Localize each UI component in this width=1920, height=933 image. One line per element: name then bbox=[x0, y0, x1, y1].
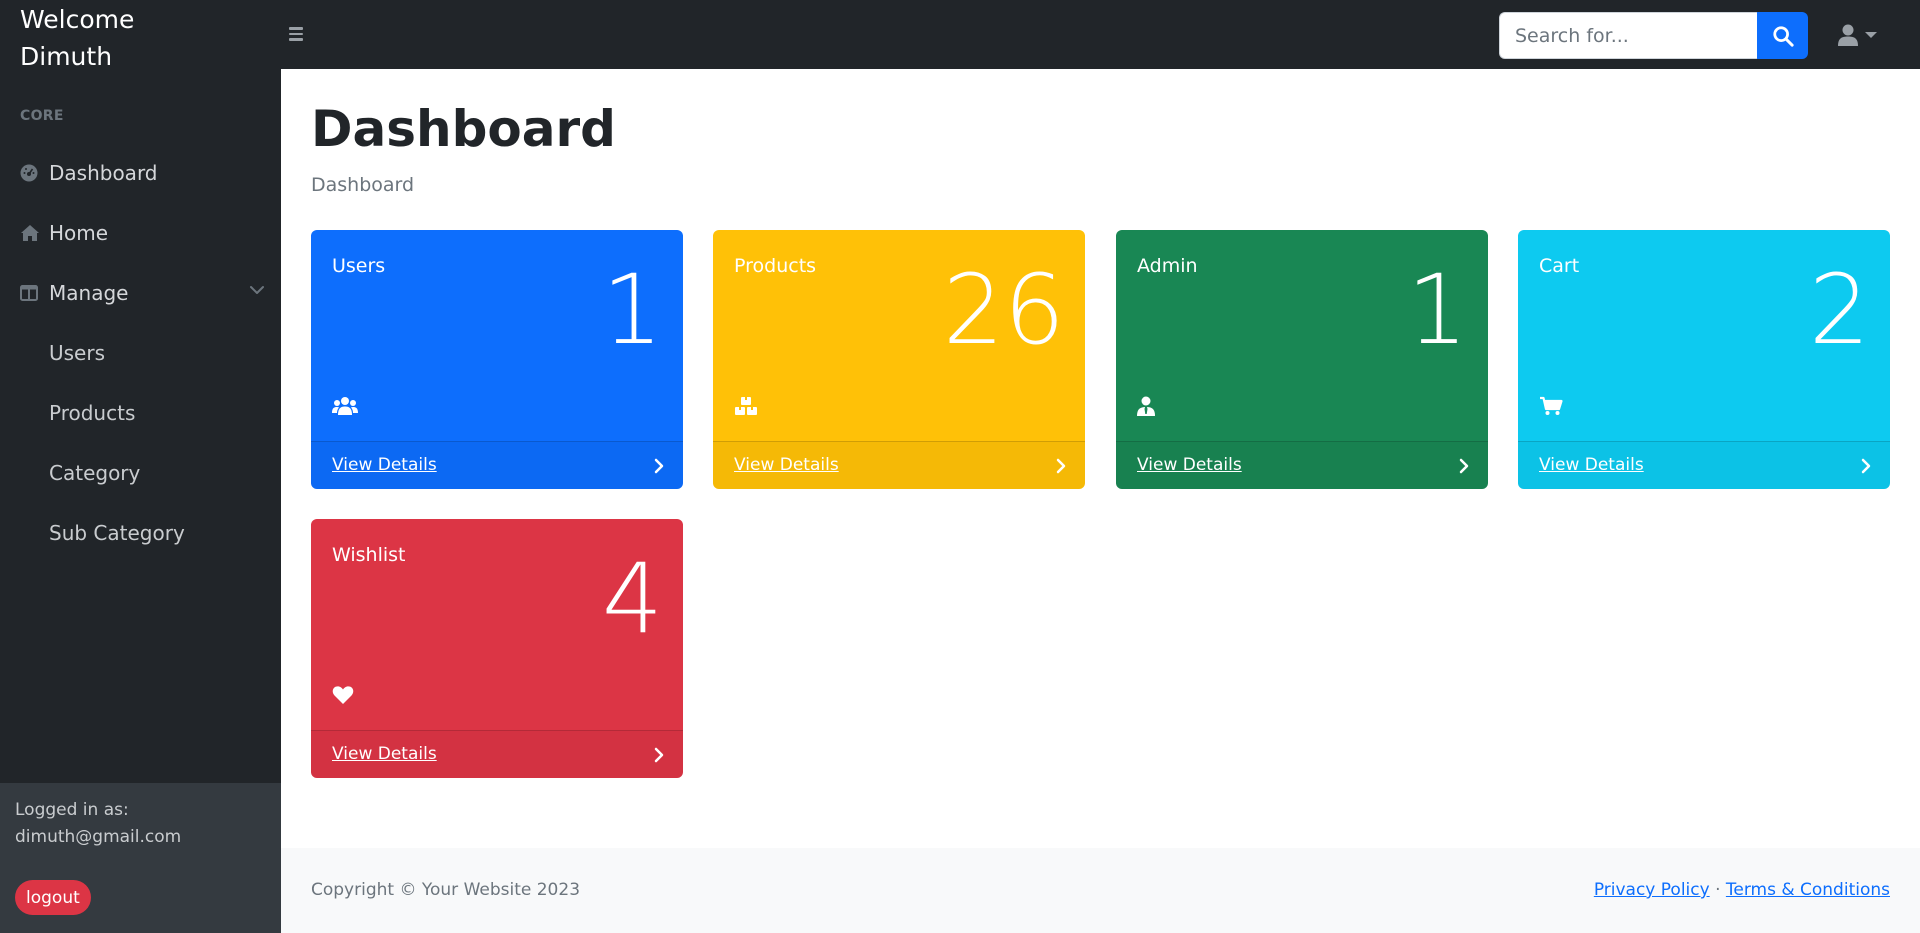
hamburger-icon-bar bbox=[289, 32, 303, 35]
card-link-label: View Details bbox=[332, 455, 437, 475]
sidebar-footer: Logged in as: dimuth@gmail.com logout bbox=[0, 783, 281, 933]
brand-line-1: Welcome bbox=[20, 5, 135, 34]
chevron-right-icon bbox=[1056, 458, 1066, 474]
privacy-policy-link[interactable]: Privacy Policy bbox=[1594, 880, 1710, 900]
sidebar-heading: CORE bbox=[20, 108, 64, 124]
users-icon bbox=[332, 394, 358, 418]
top-navbar: Welcome Dimuth bbox=[0, 0, 1920, 71]
card-title: Wishlist bbox=[332, 544, 406, 566]
navbar-brand[interactable]: Welcome Dimuth bbox=[20, 1, 260, 75]
boxes-icon bbox=[734, 394, 760, 418]
chevron-right-icon bbox=[654, 458, 664, 474]
sidebar-item-dashboard[interactable]: Dashboard bbox=[20, 153, 265, 193]
card-view-details-link[interactable]: View Details bbox=[713, 441, 1085, 489]
card-title: Admin bbox=[1137, 255, 1198, 277]
card-value: 26 bbox=[942, 254, 1065, 366]
stat-card-cart: Cart 2 View Details bbox=[1518, 230, 1890, 489]
page-footer: Copyright © Your Website 2023 Privacy Po… bbox=[281, 848, 1920, 933]
card-view-details-link[interactable]: View Details bbox=[1518, 441, 1890, 489]
card-view-details-link[interactable]: View Details bbox=[311, 730, 683, 778]
sidebar-subitem-products[interactable]: Products bbox=[49, 393, 135, 433]
card-link-label: View Details bbox=[1539, 455, 1644, 475]
chevron-right-icon bbox=[654, 747, 664, 763]
sidebar-item-label: Manage bbox=[49, 281, 129, 305]
breadcrumb: Dashboard bbox=[311, 174, 415, 196]
sidebar-item-label: Home bbox=[49, 221, 109, 245]
hamburger-icon-bar bbox=[289, 38, 303, 41]
user-tie-icon bbox=[1137, 394, 1163, 418]
sidebar-subitem-category[interactable]: Category bbox=[49, 453, 140, 493]
stat-card-products: Products 26 View Details bbox=[713, 230, 1085, 489]
stat-card-wishlist: Wishlist 4 View Details bbox=[311, 519, 683, 778]
user-dropdown-toggle[interactable] bbox=[1838, 22, 1886, 48]
card-view-details-link[interactable]: View Details bbox=[311, 441, 683, 489]
stat-card-admin: Admin 1 View Details bbox=[1116, 230, 1488, 489]
page-title: Dashboard bbox=[311, 100, 616, 158]
sidebar-item-manage[interactable]: Manage bbox=[20, 273, 265, 313]
card-link-label: View Details bbox=[332, 744, 437, 764]
tachometer-icon bbox=[20, 164, 40, 182]
search-input[interactable] bbox=[1499, 12, 1757, 59]
terms-conditions-link[interactable]: Terms & Conditions bbox=[1726, 880, 1890, 900]
home-icon bbox=[20, 224, 40, 242]
logged-in-label: Logged in as: bbox=[15, 800, 129, 820]
chevron-right-icon bbox=[1459, 458, 1469, 474]
sidebar-toggle-button[interactable] bbox=[287, 24, 309, 46]
search-form bbox=[1499, 12, 1808, 59]
sidebar-item-home[interactable]: Home bbox=[20, 213, 265, 253]
card-value: 1 bbox=[1406, 254, 1468, 366]
sidebar-item-label: Dashboard bbox=[49, 161, 158, 185]
chevron-down-icon bbox=[250, 286, 264, 294]
sidebar: CORE Dashboard Home Manage Users Product… bbox=[0, 69, 281, 933]
card-value: 4 bbox=[601, 543, 663, 655]
footer-links: Privacy Policy · Terms & Conditions bbox=[1594, 880, 1890, 900]
footer-separator: · bbox=[1715, 880, 1721, 900]
hamburger-icon-bar bbox=[289, 27, 303, 30]
copyright-text: Copyright © Your Website 2023 bbox=[311, 880, 581, 900]
heart-icon bbox=[332, 683, 358, 707]
search-button[interactable] bbox=[1757, 12, 1808, 59]
card-view-details-link[interactable]: View Details bbox=[1116, 441, 1488, 489]
card-value: 1 bbox=[601, 254, 663, 366]
sidebar-subitem-users[interactable]: Users bbox=[49, 333, 105, 373]
logout-button[interactable]: logout bbox=[15, 880, 91, 915]
card-link-label: View Details bbox=[734, 455, 839, 475]
chevron-right-icon bbox=[1861, 458, 1871, 474]
card-value: 2 bbox=[1808, 254, 1870, 366]
card-link-label: View Details bbox=[1137, 455, 1242, 475]
columns-icon bbox=[20, 285, 40, 301]
cart-icon bbox=[1539, 394, 1565, 418]
sidebar-subitem-sub-category[interactable]: Sub Category bbox=[49, 513, 185, 553]
caret-down-icon bbox=[1865, 32, 1877, 38]
search-icon bbox=[1772, 25, 1794, 47]
stat-card-users: Users 1 View Details bbox=[311, 230, 683, 489]
logged-in-email: dimuth@gmail.com bbox=[15, 827, 182, 847]
user-icon bbox=[1838, 24, 1858, 46]
card-title: Cart bbox=[1539, 255, 1580, 277]
card-title: Products bbox=[734, 255, 817, 277]
card-title: Users bbox=[332, 255, 386, 277]
